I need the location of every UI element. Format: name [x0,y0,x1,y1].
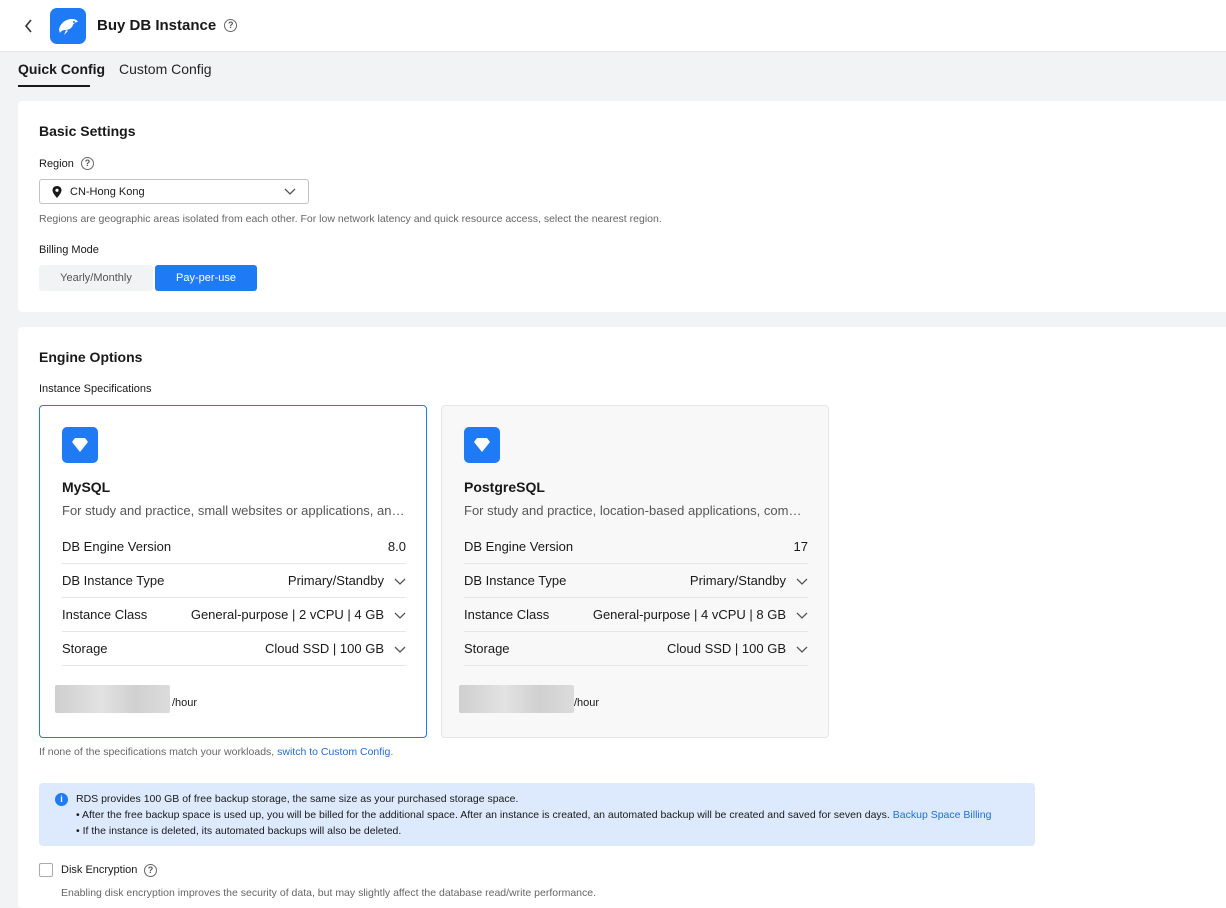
engine-version-row: DB Engine Version 17 [464,530,808,564]
row-label: Instance Class [62,607,148,622]
note-end: . [390,746,394,758]
engine-options-heading: Engine Options [39,349,143,365]
price-unit: /hour [172,697,198,709]
chevron-down-icon [394,612,406,619]
row-value: Cloud SSD | 100 GB [667,641,786,656]
spec-name: PostgreSQL [464,479,545,495]
disk-encryption-label: Disk Encryption [61,864,138,876]
disk-encryption-hint: Enabling disk encryption improves the se… [61,887,597,899]
region-label: Region [39,158,74,170]
engine-options-card: Engine Options Instance Specifications M… [18,327,1226,908]
region-value: CN-Hong Kong [70,185,145,198]
chevron-down-icon [394,578,406,585]
backup-info-banner: i RDS provides 100 GB of free backup sto… [39,783,1035,846]
billing-mode-label: Billing Mode [39,244,99,256]
chevron-down-icon [796,646,808,653]
region-select[interactable]: CN-Hong Kong [39,179,309,204]
row-label: DB Engine Version [464,539,574,554]
info-line-3-text: If the instance is deleted, its automate… [82,825,402,837]
spec-description: For study and practice, small websites o… [62,503,406,518]
row-value: Primary/Standby [689,573,786,588]
disk-encryption-help-icon[interactable]: ? [144,864,157,877]
spec-name: MySQL [62,479,111,495]
page-title: Buy DB Instance [97,17,217,34]
instance-class-row[interactable]: Instance Class General-purpose | 4 vCPU … [464,598,808,632]
row-value: General-purpose | 4 vCPU | 8 GB [592,607,786,622]
instance-specs-label: Instance Specifications [39,383,152,395]
row-value: General-purpose | 2 vCPU | 4 GB [190,607,384,622]
custom-config-note: If none of the specifications match your… [39,746,393,758]
region-help-icon[interactable]: ? [81,157,94,170]
row-value: 17 [793,539,808,554]
diamond-icon [62,427,98,463]
blurred-price [55,685,170,713]
row-label: Storage [464,641,510,656]
storage-row[interactable]: Storage Cloud SSD | 100 GB [464,632,808,666]
config-tabs: Quick Config Custom Config [0,52,1226,88]
switch-custom-config-link[interactable]: switch to Custom Config [277,746,390,758]
basic-settings-card: Basic Settings Region ? CN-Hong Kong Reg… [18,101,1226,312]
info-line-2: • After the free backup space is used up… [76,809,992,821]
chevron-down-icon [284,188,296,195]
instance-class-row[interactable]: Instance Class General-purpose | 2 vCPU … [62,598,406,632]
instance-type-row[interactable]: DB Instance Type Primary/Standby [464,564,808,598]
basic-settings-heading: Basic Settings [39,123,136,139]
info-icon: i [55,793,68,806]
row-label: Instance Class [464,607,550,622]
instance-type-row[interactable]: DB Instance Type Primary/Standby [62,564,406,598]
billing-yearly-monthly-button[interactable]: Yearly/Monthly [39,265,153,291]
region-hint: Regions are geographic areas isolated fr… [39,213,662,225]
info-line-1: RDS provides 100 GB of free backup stora… [76,793,519,805]
location-pin-icon [52,185,62,198]
engine-version-row: DB Engine Version 8.0 [62,530,406,564]
billing-pay-per-use-button[interactable]: Pay-per-use [155,265,257,291]
row-label: DB Instance Type [62,573,165,588]
blurred-price [459,685,574,713]
back-arrow-icon[interactable] [17,14,41,38]
tab-custom-config[interactable]: Custom Config [119,61,212,77]
spec-description: For study and practice, location-based a… [464,503,808,518]
info-line-3: • If the instance is deleted, its automa… [76,825,402,837]
tab-quick-config[interactable]: Quick Config [18,61,105,77]
active-tab-indicator [18,85,90,87]
row-value: 8.0 [387,539,406,554]
row-label: DB Instance Type [464,573,567,588]
backup-space-billing-link[interactable]: Backup Space Billing [893,809,992,821]
chevron-down-icon [796,578,808,585]
mysql-spec-card[interactable]: MySQL For study and practice, small webs… [39,405,427,738]
postgresql-spec-card[interactable]: PostgreSQL For study and practice, locat… [441,405,829,738]
disk-encryption-checkbox[interactable] [39,863,53,877]
rds-logo-icon [50,7,86,44]
chevron-down-icon [796,612,808,619]
info-line-2-text: After the free backup space is used up, … [82,809,890,821]
chevron-down-icon [394,646,406,653]
row-value: Primary/Standby [287,573,384,588]
storage-row[interactable]: Storage Cloud SSD | 100 GB [62,632,406,666]
top-bar: Buy DB Instance ? [0,0,1226,52]
diamond-icon [464,427,500,463]
row-value: Cloud SSD | 100 GB [265,641,384,656]
help-icon[interactable]: ? [224,19,238,32]
price-unit: /hour [574,697,600,709]
row-label: Storage [62,641,108,656]
row-label: DB Engine Version [62,539,172,554]
note-text: If none of the specifications match your… [39,746,278,758]
